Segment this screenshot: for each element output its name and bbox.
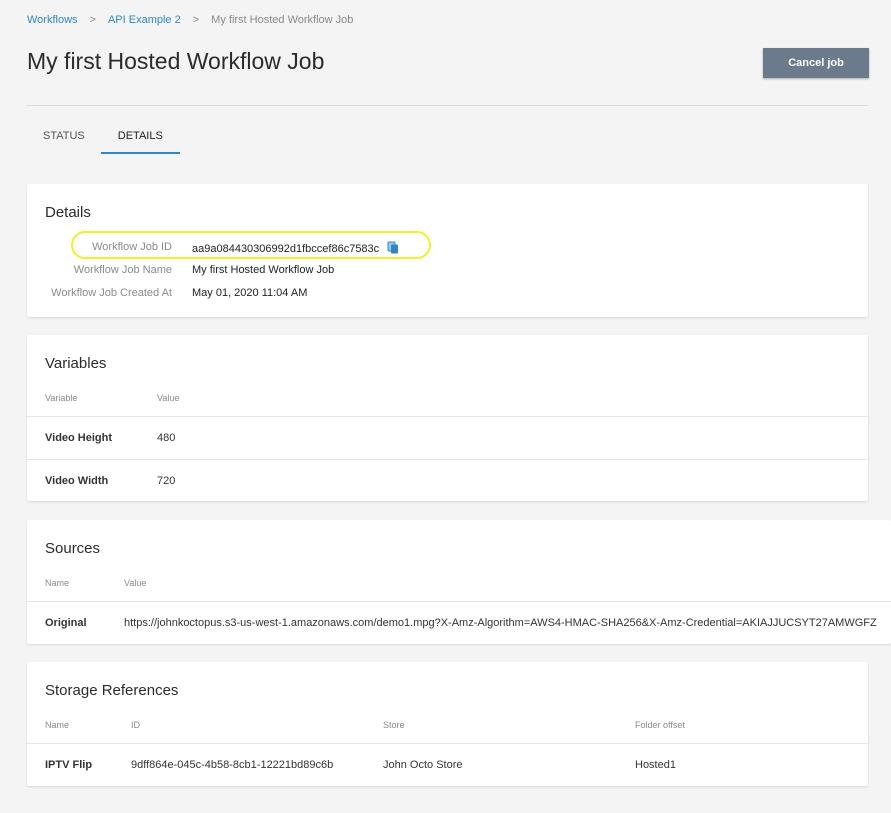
job-name-label: Workflow Job Name bbox=[73, 264, 172, 276]
tab-status[interactable]: STATUS bbox=[27, 120, 101, 154]
cancel-job-button[interactable]: Cancel job bbox=[763, 48, 869, 78]
storage-name: IPTV Flip bbox=[45, 759, 93, 771]
sources-title: Sources bbox=[45, 540, 101, 557]
variables-header-variable: Variable bbox=[45, 393, 78, 403]
storage-store: John Octo Store bbox=[383, 759, 463, 771]
source-name: Original bbox=[45, 617, 87, 629]
details-card: Details Workflow Job ID aa9a084430306992… bbox=[27, 184, 868, 317]
detail-row-job-name: Workflow Job Name My first Hosted Workfl… bbox=[27, 264, 627, 280]
breadcrumb-current: My first Hosted Workflow Job bbox=[211, 14, 354, 26]
sources-card: Sources Name Value Original https://john… bbox=[27, 520, 891, 644]
table-divider bbox=[27, 416, 868, 417]
breadcrumb-separator: > bbox=[89, 14, 96, 26]
job-id-value: aa9a084430306992d1fbccef86c7583c bbox=[192, 241, 399, 255]
storage-id: 9dff864e-045c-4b58-8cb1-12221bd89c6b bbox=[131, 759, 334, 771]
job-name-value: My first Hosted Workflow Job bbox=[192, 264, 335, 276]
breadcrumb: Workflows > API Example 2 > My first Hos… bbox=[27, 14, 353, 26]
table-divider bbox=[27, 601, 891, 602]
page-title: My first Hosted Workflow Job bbox=[27, 48, 325, 74]
variables-card: Variables Variable Value Video Height 48… bbox=[27, 335, 868, 501]
variable-name: Video Width bbox=[45, 475, 109, 487]
job-id-text: aa9a084430306992d1fbccef86c7583c bbox=[192, 243, 380, 255]
storage-references-card: Storage References Name ID Store Folder … bbox=[27, 662, 868, 786]
table-divider bbox=[27, 459, 868, 460]
created-at-value: May 01, 2020 11:04 AM bbox=[192, 287, 308, 299]
sources-header-name: Name bbox=[45, 578, 70, 588]
tab-bar: STATUS DETAILS bbox=[27, 120, 180, 154]
tab-details[interactable]: DETAILS bbox=[100, 120, 180, 154]
table-divider bbox=[27, 743, 868, 744]
variable-value: 480 bbox=[157, 432, 176, 444]
storage-header-name: Name bbox=[45, 720, 70, 730]
detail-row-job-id: Workflow Job ID aa9a084430306992d1fbccef… bbox=[27, 241, 627, 257]
storage-header-id: ID bbox=[131, 720, 140, 730]
details-title: Details bbox=[45, 204, 91, 221]
variable-value: 720 bbox=[157, 475, 176, 487]
breadcrumb-separator: > bbox=[192, 14, 200, 26]
variable-name: Video Height bbox=[45, 432, 113, 444]
variables-title: Variables bbox=[45, 355, 107, 372]
source-url[interactable]: https://johnkoctopus.s3-us-west-1.amazon… bbox=[124, 617, 877, 629]
storage-folder-offset: Hosted1 bbox=[635, 759, 676, 771]
sources-header-value: Value bbox=[124, 578, 147, 588]
header-divider bbox=[27, 105, 868, 106]
copy-icon[interactable] bbox=[387, 241, 399, 254]
variables-header-value: Value bbox=[157, 393, 180, 403]
storage-header-folder-offset: Folder offset bbox=[635, 720, 685, 730]
page: Workflows > API Example 2 > My first Hos… bbox=[0, 0, 891, 813]
storage-references-title: Storage References bbox=[45, 682, 179, 699]
detail-row-created-at: Workflow Job Created At May 01, 2020 11:… bbox=[27, 287, 627, 303]
breadcrumb-workflows-link[interactable]: Workflows bbox=[27, 14, 78, 26]
created-at-label: Workflow Job Created At bbox=[51, 287, 172, 299]
breadcrumb-api-example-link[interactable]: API Example 2 bbox=[108, 14, 181, 26]
storage-header-store: Store bbox=[383, 720, 405, 730]
job-id-label: Workflow Job ID bbox=[92, 241, 172, 253]
